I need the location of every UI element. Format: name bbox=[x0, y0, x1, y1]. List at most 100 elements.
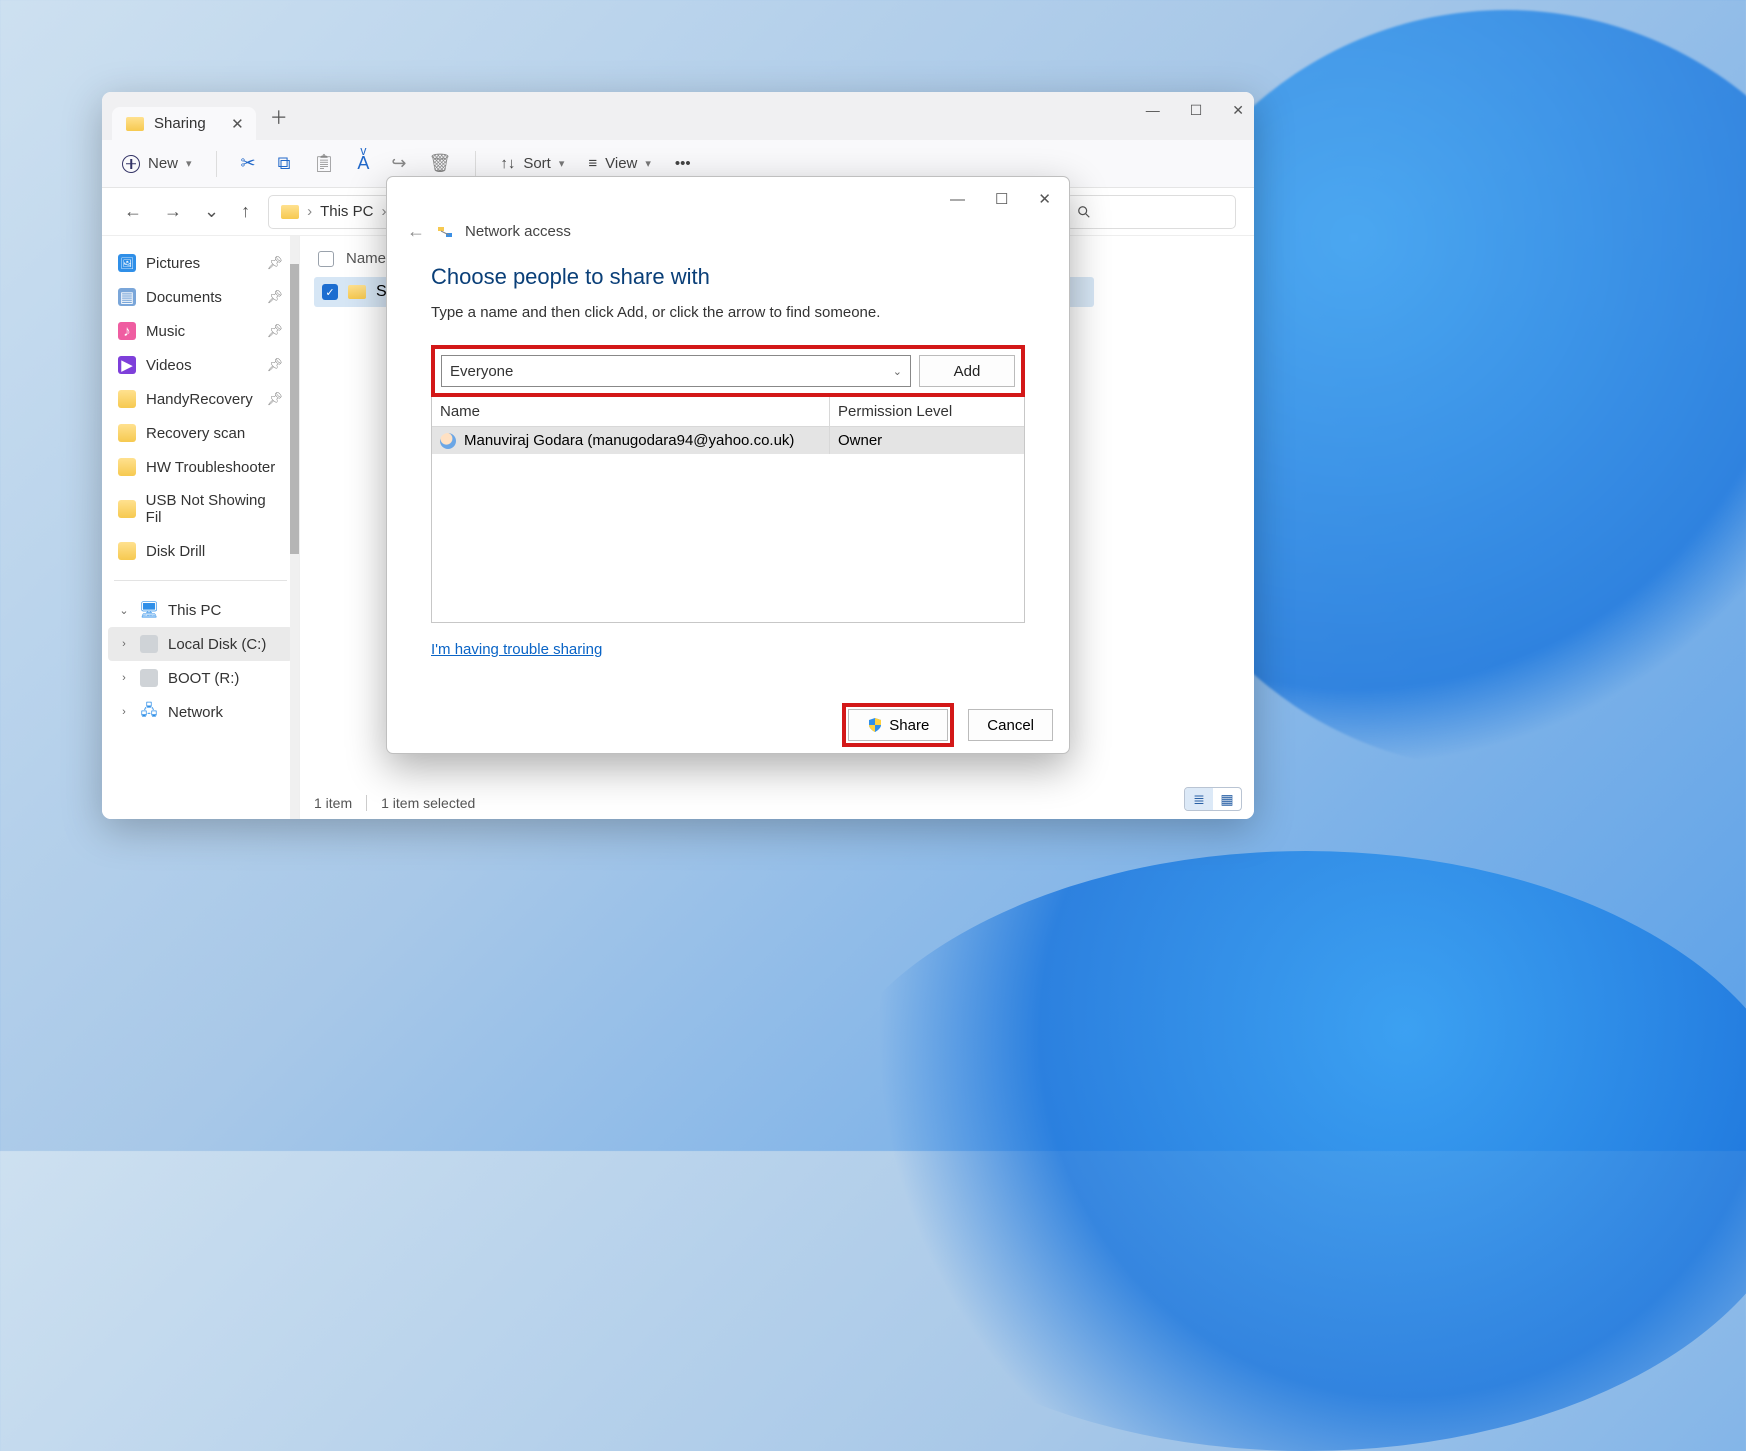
videos-icon: ▶ bbox=[118, 356, 136, 374]
sort-button[interactable]: ↑↓ Sort ▾ bbox=[500, 155, 564, 172]
sidebar-item-videos[interactable]: ▶Videos📌︎ bbox=[108, 348, 293, 382]
sidebar-item-handyrecovery[interactable]: HandyRecovery📌︎ bbox=[108, 382, 293, 416]
checkbox-checked[interactable]: ✓ bbox=[322, 284, 338, 300]
explorer-tab[interactable]: Sharing ✕ bbox=[112, 107, 256, 140]
view-button[interactable]: ≡ View ▾ bbox=[588, 155, 651, 172]
separator bbox=[475, 151, 476, 177]
column-header-permission[interactable]: Permission Level bbox=[830, 397, 1024, 427]
dialog-subheading: Type a name and then click Add, or click… bbox=[431, 304, 1025, 321]
window-minimize-button[interactable]: — bbox=[1146, 102, 1160, 119]
sidebar-item-usbnotshowing[interactable]: USB Not Showing Fil bbox=[108, 484, 293, 534]
sidebar-item-music[interactable]: ♪Music📌︎ bbox=[108, 314, 293, 348]
window-maximize-button[interactable]: ☐ bbox=[1190, 102, 1203, 119]
cancel-button[interactable]: Cancel bbox=[968, 709, 1053, 741]
pin-icon: 📌︎ bbox=[266, 255, 283, 271]
column-header-name[interactable]: Name bbox=[432, 397, 830, 427]
sidebar-item-network[interactable]: ›🖧Network bbox=[108, 695, 293, 729]
sidebar-item-recoveryscan[interactable]: Recovery scan bbox=[108, 416, 293, 450]
sidebar-item-boot[interactable]: ›BOOT (R:) bbox=[108, 661, 293, 695]
highlight-add-user: Everyone ⌄ Add bbox=[431, 345, 1025, 397]
sort-label: Sort bbox=[523, 155, 551, 172]
nav-back-button[interactable]: ← bbox=[407, 221, 425, 242]
documents-icon: ▤ bbox=[118, 288, 136, 306]
sort-icon: ↑↓ bbox=[500, 155, 515, 172]
rename-icon[interactable]: Aͮ bbox=[357, 153, 369, 174]
sidebar-item-thispc[interactable]: ⌄🖥This PC bbox=[108, 593, 293, 627]
search-input[interactable] bbox=[1066, 195, 1236, 229]
details-view-icon[interactable]: ≣ bbox=[1185, 788, 1213, 810]
divider bbox=[114, 580, 287, 581]
new-button[interactable]: New ▾ bbox=[122, 155, 192, 173]
nav-up-button[interactable]: ↑ bbox=[237, 197, 254, 226]
sidebar-item-label: Local Disk (C:) bbox=[168, 636, 266, 653]
sidebar-item-label: Disk Drill bbox=[146, 543, 205, 560]
status-selected-count: 1 item selected bbox=[381, 795, 475, 811]
folder-icon bbox=[348, 285, 366, 299]
dialog-close-button[interactable]: ✕ bbox=[1038, 190, 1051, 208]
user-avatar-icon bbox=[440, 433, 456, 449]
chevron-down-icon: ⌄ bbox=[118, 604, 130, 617]
tab-close-icon[interactable]: ✕ bbox=[231, 115, 244, 133]
sidebar-item-label: BOOT (R:) bbox=[168, 670, 239, 687]
sidebar-item-documents[interactable]: ▤Documents📌︎ bbox=[108, 280, 293, 314]
pin-icon: 📌︎ bbox=[266, 289, 283, 305]
chevron-right-icon: › bbox=[118, 638, 130, 650]
dialog-footer: Share Cancel bbox=[387, 697, 1069, 753]
breadcrumb-segment[interactable]: This PC bbox=[320, 203, 373, 220]
sidebar-item-label: Network bbox=[168, 704, 223, 721]
pictures-icon: 🖼 bbox=[118, 254, 136, 272]
share-with-combobox[interactable]: Everyone ⌄ bbox=[441, 355, 911, 387]
chevron-right-icon: › bbox=[307, 203, 312, 220]
column-header-name[interactable]: Name bbox=[346, 250, 386, 267]
dialog-header: ← Network access bbox=[387, 221, 1069, 250]
folder-icon bbox=[126, 117, 144, 131]
chevron-down-icon[interactable]: ⌄ bbox=[893, 365, 902, 378]
table-row[interactable]: Manuviraj Godara (manugodara94@yahoo.co.… bbox=[432, 427, 1024, 454]
sidebar-item-diskdrill[interactable]: Disk Drill bbox=[108, 534, 293, 568]
table-empty-area bbox=[432, 454, 1024, 622]
explorer-sidebar: 🖼 Pictures 📌︎ ▤Documents📌︎ ♪Music📌︎ ▶Video… bbox=[102, 236, 300, 819]
dialog-title: Network access bbox=[465, 223, 571, 240]
dialog-maximize-button[interactable]: ☐ bbox=[995, 190, 1008, 208]
permission-level: Owner bbox=[830, 427, 1024, 454]
add-button[interactable]: Add bbox=[919, 355, 1015, 387]
breadcrumb[interactable]: › This PC › bbox=[268, 195, 399, 229]
sidebar-item-label: Pictures bbox=[146, 255, 200, 272]
chevron-down-icon: ▾ bbox=[186, 157, 192, 170]
sidebar-item-localdisk[interactable]: › Local Disk (C:) bbox=[108, 627, 293, 661]
new-tab-button[interactable]: ＋ bbox=[256, 94, 302, 140]
sidebar-item-label: HW Troubleshooter bbox=[146, 459, 275, 476]
drive-icon bbox=[140, 669, 158, 687]
status-item-count: 1 item bbox=[314, 795, 352, 811]
user-name: Manuviraj Godara (manugodara94@yahoo.co.… bbox=[464, 432, 794, 449]
share-icon[interactable]: ↪ bbox=[391, 153, 406, 174]
music-icon: ♪ bbox=[118, 322, 136, 340]
sidebar-item-hwtroubleshooter[interactable]: HW Troubleshooter bbox=[108, 450, 293, 484]
copy-icon[interactable]: ⧉ bbox=[278, 153, 291, 174]
folder-icon bbox=[118, 390, 136, 408]
trouble-sharing-link[interactable]: I'm having trouble sharing bbox=[431, 641, 602, 658]
select-all-checkbox[interactable] bbox=[318, 251, 334, 267]
tiles-view-icon[interactable]: ▦ bbox=[1213, 788, 1241, 810]
drive-icon bbox=[140, 635, 158, 653]
nav-forward-button[interactable]: → bbox=[160, 197, 186, 226]
window-close-button[interactable]: ✕ bbox=[1232, 102, 1244, 119]
paste-icon[interactable]: 📋︎ bbox=[313, 153, 336, 174]
nav-recent-button[interactable]: ⌄ bbox=[200, 197, 223, 226]
more-button[interactable]: ••• bbox=[675, 155, 691, 172]
cut-icon[interactable]: ✂ bbox=[241, 153, 256, 174]
search-icon bbox=[1077, 205, 1091, 219]
chevron-right-icon: › bbox=[118, 706, 130, 718]
share-button[interactable]: Share bbox=[848, 709, 948, 741]
separator bbox=[216, 151, 217, 177]
nav-back-button[interactable]: ← bbox=[120, 197, 146, 226]
folder-icon bbox=[118, 424, 136, 442]
dialog-minimize-button[interactable]: — bbox=[950, 191, 965, 208]
scrollbar-thumb[interactable] bbox=[290, 264, 299, 554]
view-mode-toggle[interactable]: ≣ ▦ bbox=[1184, 787, 1242, 811]
network-share-icon bbox=[437, 224, 453, 240]
dialog-titlebar: — ☐ ✕ bbox=[387, 177, 1069, 221]
folder-icon bbox=[281, 205, 299, 219]
delete-icon[interactable]: 🗑︎ bbox=[428, 153, 451, 174]
sidebar-item-pictures[interactable]: 🖼 Pictures 📌︎ bbox=[108, 246, 293, 280]
